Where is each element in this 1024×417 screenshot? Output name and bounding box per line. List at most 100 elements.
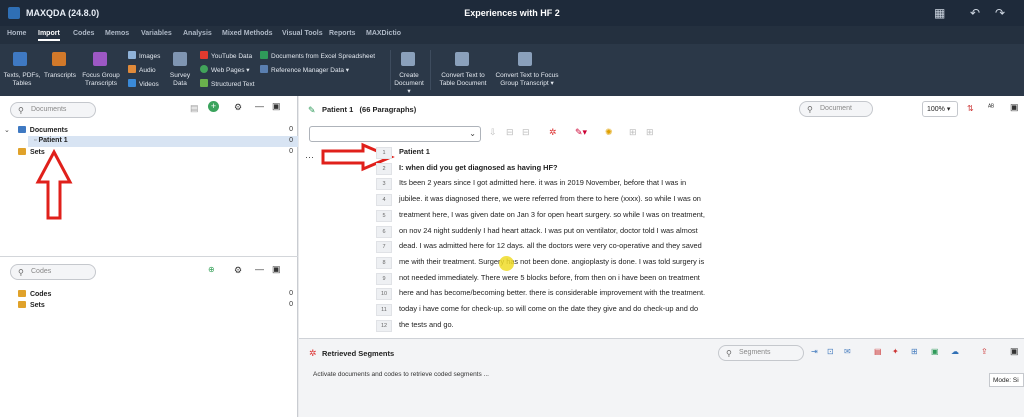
import-videos-button[interactable]: Videos (128, 79, 159, 88)
document-title-text: Patient 1 (322, 105, 354, 114)
code-sets[interactable]: Sets (18, 301, 45, 309)
highlight-code-icon[interactable]: ✲ (549, 127, 557, 138)
emoticode-icon[interactable]: ✺ (605, 127, 613, 138)
segments-toolbar-icon[interactable]: ✦ (892, 347, 899, 356)
cursor-highlight (499, 256, 514, 271)
document-paragraph[interactable]: I: when did you get diagnosed as having … (399, 163, 558, 172)
import-focus-group-button[interactable]: Focus Group Transcripts (78, 72, 124, 88)
code-toolbar-icon[interactable]: ⊞ (646, 127, 654, 138)
document-search-input[interactable]: ⚲ Document (799, 101, 873, 117)
tab-import[interactable]: Import (38, 30, 60, 41)
document-paragraph[interactable]: dead. I was admitted here for 12 days. a… (399, 241, 702, 250)
mode-select[interactable]: Mode: Si (989, 373, 1024, 387)
color-code-icon[interactable]: ✎▾ (575, 127, 587, 138)
excel-icon (260, 51, 268, 59)
documents-search-input[interactable]: ⚲ Documents (10, 102, 96, 118)
tab-maxdictio[interactable]: MAXDictio (366, 30, 401, 37)
code-toolbar-icon[interactable]: ⊟ (506, 127, 514, 138)
tab-visual-tools[interactable]: Visual Tools (282, 30, 323, 37)
segments-toolbar-icon[interactable]: ⇪ (981, 347, 988, 356)
maximize-panel-icon[interactable]: ▣ (1010, 102, 1019, 113)
tab-analysis[interactable]: Analysis (183, 30, 212, 37)
segments-toolbar-icon[interactable]: ✉ (844, 347, 851, 356)
document-paragraph[interactable]: Patient 1 (399, 147, 430, 156)
import-transcripts-button[interactable]: Transcripts (42, 72, 78, 80)
document-paragraph[interactable]: Its been 2 years since I got admitted he… (399, 178, 686, 187)
add-document-icon[interactable]: + (208, 101, 219, 112)
import-youtube-button[interactable]: YouTube Data (200, 51, 252, 60)
cloud-icon[interactable]: ☁ (951, 347, 959, 356)
import-structured-text-button[interactable]: Structured Text (200, 79, 255, 88)
import-texts-button[interactable]: Texts, PDFs, Tables (2, 72, 42, 88)
codes-search-input[interactable]: ⚲ Codes (10, 264, 96, 280)
patient-label: Patient 1 (38, 137, 68, 144)
document-paragraph[interactable]: on nov 24 night suddenly I had heart att… (399, 226, 698, 235)
tab-variables[interactable]: Variables (141, 30, 172, 37)
more-options-icon[interactable]: ⋯ (305, 152, 314, 163)
convert-to-focus-group-button[interactable]: Convert Text to Focus Group Transcript ▾ (492, 72, 562, 88)
segments-toolbar-icon[interactable]: ⊡ (827, 347, 834, 356)
chevron-down-icon[interactable]: ⌄ (4, 127, 10, 134)
line-number: 7 (376, 241, 392, 254)
undo-icon[interactable]: ↶ (970, 6, 980, 20)
maximize-panel-icon[interactable]: ▣ (272, 101, 281, 112)
minimize-icon[interactable]: — (255, 101, 264, 111)
import-audio-button[interactable]: Audio (128, 65, 156, 74)
document-patient-1[interactable]: ▫ Patient 1 (34, 137, 68, 144)
reference-manager-icon (260, 65, 268, 73)
spellcheck-icon[interactable]: ᴬᴮ (988, 104, 994, 111)
segments-toolbar-icon[interactable]: ⊞ (911, 347, 918, 356)
segments-toolbar-icon[interactable]: ▤ (874, 347, 882, 356)
document-paragraph[interactable]: not needed immediately. There were 5 blo… (399, 273, 700, 282)
gear-icon[interactable]: ⚙ (234, 265, 242, 276)
tab-mixed-methods[interactable]: Mixed Methods (222, 30, 273, 37)
import-excel-button[interactable]: Documents from Excel Spreadsheet (260, 51, 375, 60)
segments-toolbar-icon[interactable]: ⇥ (811, 347, 818, 356)
minimize-icon[interactable]: — (255, 264, 264, 274)
documents-root[interactable]: ⌄ Documents (4, 126, 68, 134)
import-images-button[interactable]: Images (128, 51, 160, 60)
import-reference-manager-button[interactable]: Reference Manager Data ▾ (260, 65, 349, 74)
texts-icon (13, 52, 27, 66)
zoom-select[interactable]: 100% ▾ (922, 101, 958, 117)
document-paragraph[interactable]: the tests and go. (399, 320, 454, 329)
code-sets-label: Sets (29, 302, 45, 309)
convert-to-table-button[interactable]: Convert Text to Table Document (434, 72, 492, 88)
document-icon: ▫ (34, 137, 37, 144)
tab-home[interactable]: Home (7, 30, 26, 37)
document-paragraph[interactable]: me with their treatment. Surgery has not… (399, 257, 704, 266)
code-dropdown[interactable]: ⌄ (309, 126, 481, 142)
import-survey-button[interactable]: Survey Data (165, 72, 195, 88)
document-paragraph[interactable]: treatment here, I was given date on Jan … (399, 210, 705, 219)
new-code-icon[interactable]: ⊕ (208, 265, 215, 274)
maximize-panel-icon[interactable]: ▣ (1010, 346, 1019, 357)
document-tool-icon[interactable]: ▤ (190, 103, 199, 114)
gear-icon[interactable]: ⚙ (234, 102, 242, 113)
tab-memos[interactable]: Memos (105, 30, 129, 37)
redo-icon[interactable]: ↷ (995, 6, 1005, 20)
document-paragraph[interactable]: today i have come for check-up. so will … (399, 304, 698, 313)
document-paragraph[interactable]: jubilee. it was diagnosed there, we were… (399, 194, 701, 203)
layout-icon[interactable]: ▦ (934, 6, 945, 20)
create-document-icon (401, 52, 415, 66)
pin-icon[interactable]: ⇅ (967, 104, 974, 113)
tab-reports[interactable]: Reports (329, 30, 355, 37)
create-doc-label: Create (399, 72, 419, 79)
convert-focus-label: Convert Text to Focus (495, 72, 559, 79)
code-toolbar-icon[interactable]: ⊞ (629, 127, 637, 138)
create-doc-label-2: Document ▾ (394, 80, 424, 95)
code-toolbar-icon[interactable]: ⇩ (489, 127, 497, 138)
document-paragraph[interactable]: here and has become/becoming better. the… (399, 288, 705, 297)
maximize-panel-icon[interactable]: ▣ (272, 264, 281, 275)
code-toolbar-icon[interactable]: ⊟ (522, 127, 530, 138)
transcripts-label: Transcripts (44, 72, 76, 79)
import-webpages-button[interactable]: Web Pages ▾ (200, 65, 250, 74)
webpages-label: Web Pages (211, 67, 245, 74)
convert-focus-icon (518, 52, 532, 66)
segments-search-input[interactable]: ⚲ Segments (718, 345, 804, 361)
line-number: 3 (376, 178, 392, 191)
code-system-root[interactable]: Codes (18, 290, 51, 298)
segments-toolbar-icon[interactable]: ▣ (931, 347, 939, 356)
tab-codes[interactable]: Codes (73, 30, 94, 37)
create-document-button[interactable]: Create Document ▾ (392, 72, 426, 96)
